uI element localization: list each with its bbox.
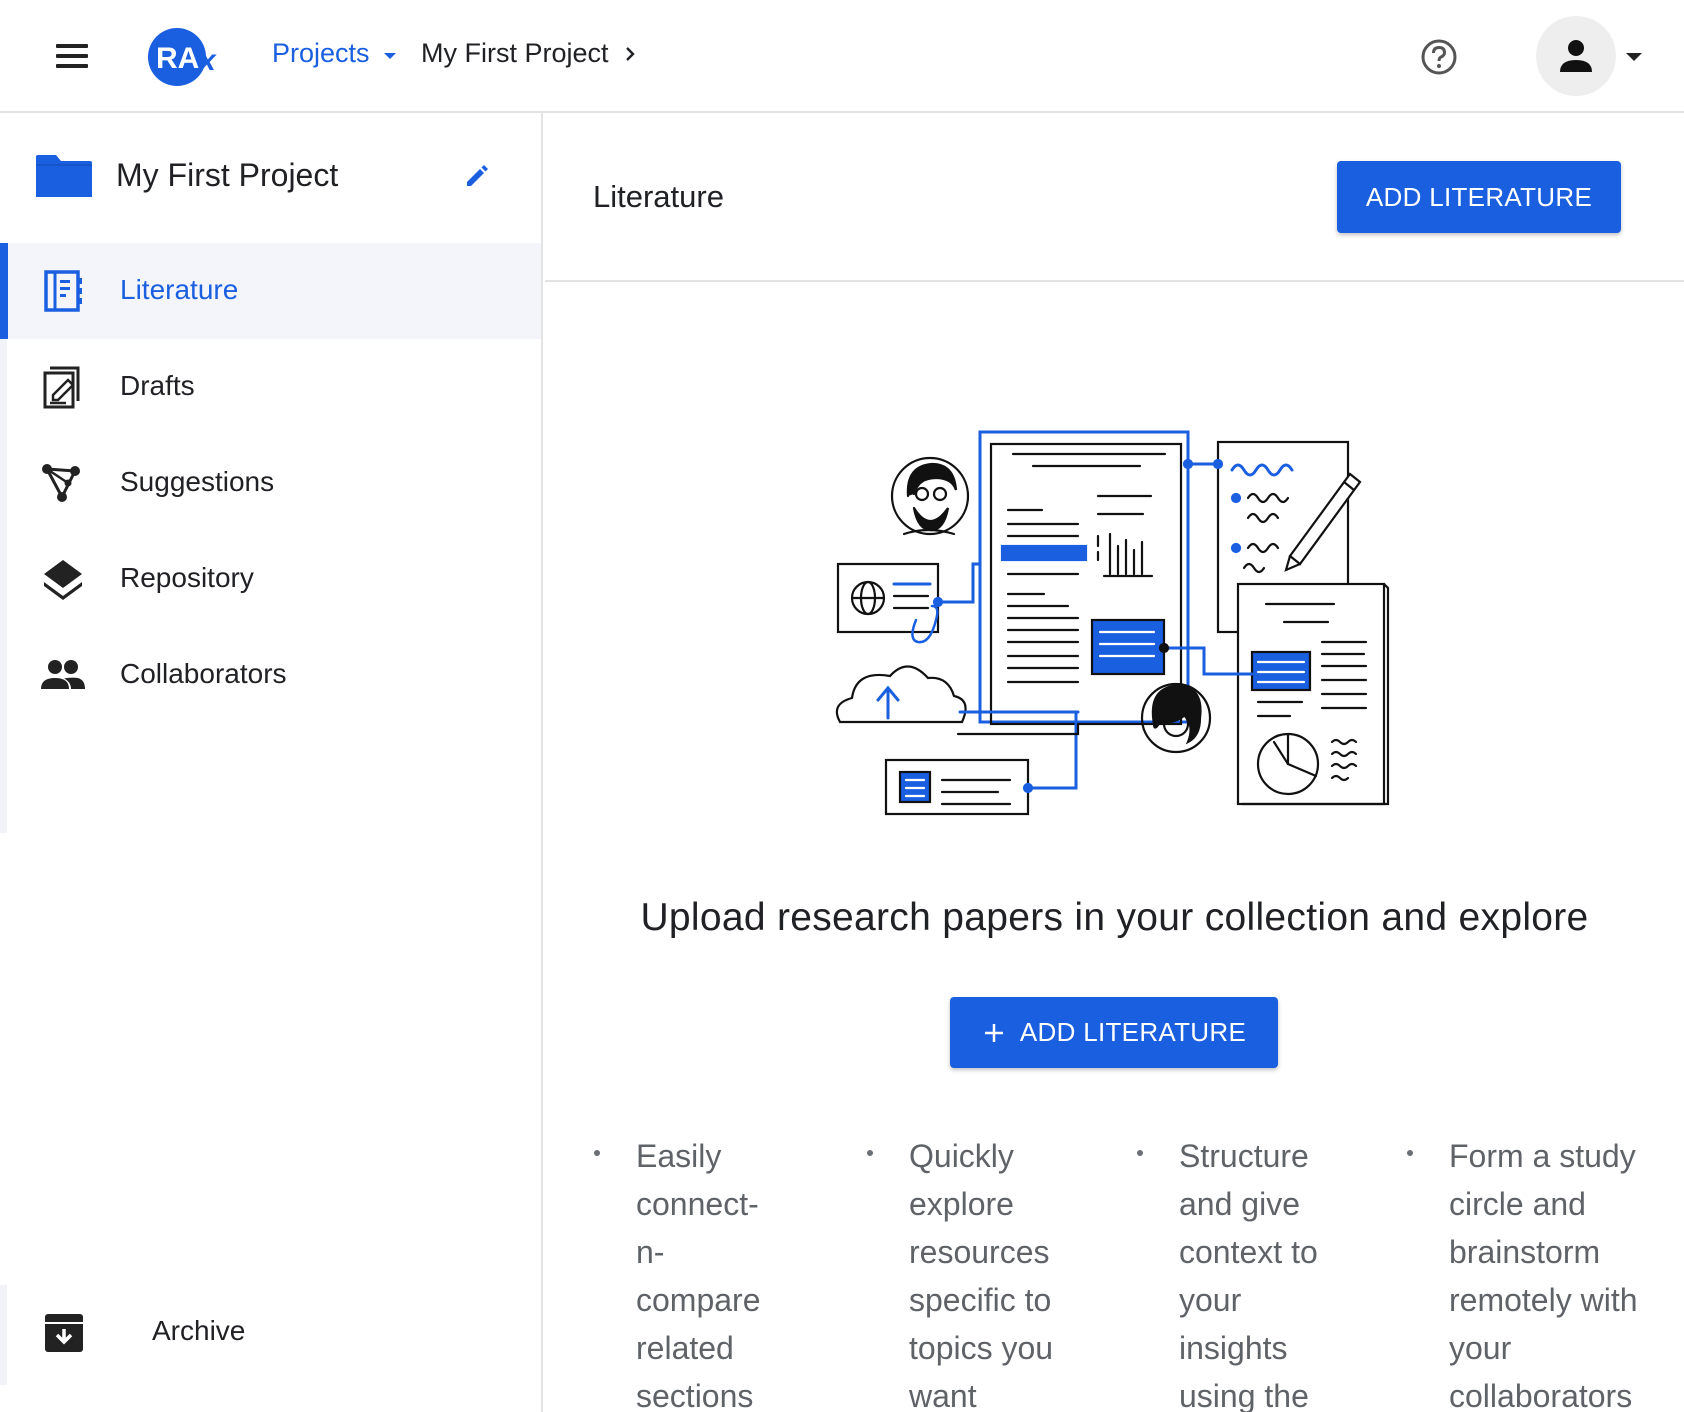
people-icon bbox=[41, 660, 85, 689]
add-literature-label: ADD LITERATURE bbox=[1365, 181, 1593, 212]
sidebar-item-label: Suggestions bbox=[120, 466, 275, 497]
projects-dropdown[interactable]: Projects bbox=[272, 38, 396, 69]
sidebar-item-archive[interactable]: Archive bbox=[0, 1283, 541, 1379]
person-icon bbox=[1560, 40, 1592, 72]
feature-text: Structure and give context to your insig… bbox=[1179, 1138, 1318, 1412]
add-literature-cta-label: ADD LITERATURE bbox=[1019, 1017, 1247, 1047]
account-caret-icon[interactable] bbox=[1626, 53, 1642, 61]
sidebar: My First Project Literature Drafts Sugge… bbox=[0, 113, 543, 1412]
bullet-icon bbox=[1137, 1150, 1143, 1156]
svg-text:x: x bbox=[197, 44, 217, 77]
user-avatar[interactable] bbox=[1536, 16, 1616, 96]
feature-text: Form a study circle and brainstorm remot… bbox=[1449, 1138, 1638, 1412]
plus-icon bbox=[984, 1023, 1003, 1042]
sidebar-item-suggestions[interactable]: Suggestions bbox=[0, 435, 541, 531]
rax-logo[interactable]: RA x bbox=[148, 28, 226, 86]
notebook-icon bbox=[44, 270, 82, 312]
sidebar-item-literature[interactable]: Literature bbox=[0, 243, 541, 339]
bullet-icon bbox=[1407, 1150, 1413, 1156]
bullet-icon bbox=[867, 1150, 873, 1156]
add-literature-cta-button[interactable]: ADD LITERATURE bbox=[950, 997, 1278, 1068]
research-papers-illustration bbox=[835, 430, 1390, 816]
sidebar-item-drafts[interactable]: Drafts bbox=[0, 339, 541, 435]
sidebar-item-repository[interactable]: Repository bbox=[0, 531, 541, 627]
add-literature-button[interactable]: ADD LITERATURE bbox=[1337, 161, 1621, 233]
content-header: Literature ADD LITERATURE bbox=[545, 113, 1684, 282]
projects-label: Projects bbox=[272, 38, 370, 68]
chevron-right-icon bbox=[625, 46, 635, 61]
svg-text:RA: RA bbox=[156, 42, 199, 75]
sidebar-project-name: My First Project bbox=[116, 157, 339, 193]
hamburger-menu-icon[interactable] bbox=[50, 36, 94, 76]
folder-icon bbox=[36, 155, 92, 197]
sidebar-project-header: My First Project bbox=[0, 113, 541, 241]
sidebar-item-label: Repository bbox=[120, 562, 254, 593]
bullet-icon bbox=[594, 1150, 600, 1156]
pencil-edit-icon[interactable] bbox=[464, 163, 490, 189]
layers-icon bbox=[44, 560, 82, 600]
sidebar-item-label: Archive bbox=[152, 1315, 246, 1346]
edit-document-icon bbox=[43, 366, 80, 409]
caret-down-icon bbox=[383, 52, 396, 59]
breadcrumb-project-label: My First Project bbox=[421, 38, 609, 68]
feature-text: Quickly explore resources specific to to… bbox=[909, 1138, 1054, 1412]
sidebar-item-label: Collaborators bbox=[120, 658, 287, 689]
help-icon[interactable] bbox=[1420, 38, 1458, 76]
top-bar: RA x Projects My First Project bbox=[0, 0, 1684, 113]
empty-state-headline: Upload research papers in your collectio… bbox=[640, 896, 1589, 939]
breadcrumb-current-project[interactable]: My First Project bbox=[421, 38, 637, 69]
feature-list: Easily connect-n-compare related section… bbox=[590, 1132, 1680, 1412]
feature-text: Easily connect-n-compare related section… bbox=[636, 1138, 761, 1412]
sidebar-item-collaborators[interactable]: Collaborators bbox=[0, 627, 541, 723]
sidebar-item-label: Literature bbox=[120, 274, 239, 305]
archive-icon bbox=[45, 1314, 83, 1352]
sidebar-item-label: Drafts bbox=[120, 370, 195, 401]
network-icon bbox=[42, 464, 80, 502]
page-title: Literature bbox=[593, 179, 724, 214]
